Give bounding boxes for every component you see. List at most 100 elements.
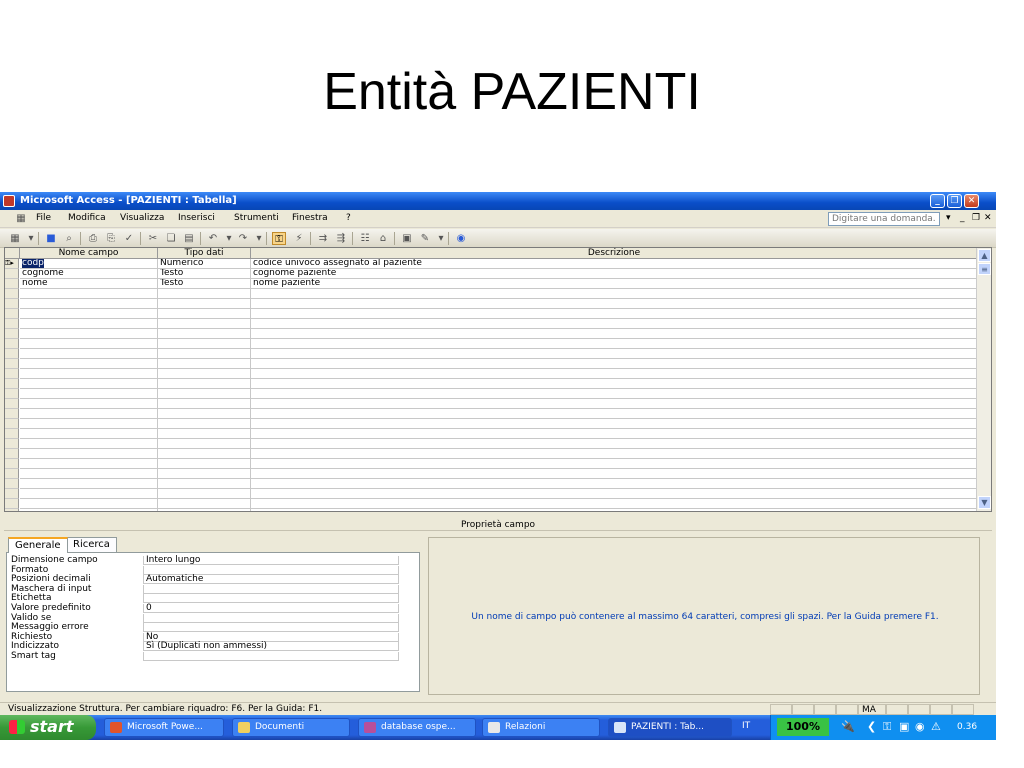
description-cell[interactable] [251, 509, 978, 511]
clock[interactable]: 0.36 [957, 722, 977, 732]
field-name-cell[interactable] [20, 419, 158, 429]
database-window-icon[interactable]: ▣ [400, 232, 414, 245]
properties-icon[interactable]: ☷ [358, 232, 372, 245]
description-cell[interactable] [251, 299, 978, 309]
property-value[interactable]: Intero lungo [143, 556, 399, 565]
row-selector-key-icon[interactable]: ⚿▸ [5, 259, 19, 269]
row-selector[interactable] [5, 439, 19, 449]
description-cell[interactable]: codice univoco assegnato al paziente [251, 259, 978, 269]
property-value[interactable] [143, 594, 399, 604]
row-selector[interactable] [5, 369, 19, 379]
help-dropdown-icon[interactable]: ▾ [946, 213, 951, 223]
menu-help[interactable]: ? [346, 213, 351, 223]
field-name-cell[interactable] [20, 369, 158, 379]
description-cell[interactable] [251, 309, 978, 319]
task-relazioni[interactable]: Relazioni [482, 718, 600, 737]
help-question-input[interactable]: Digitare una domanda. [828, 212, 940, 226]
row-selector[interactable] [5, 379, 19, 389]
table-doc-icon[interactable]: ▦ [14, 212, 28, 225]
data-type-cell[interactable] [158, 509, 251, 511]
row-selector[interactable] [5, 479, 19, 489]
tray-chevron-icon[interactable]: ❮ [867, 720, 876, 733]
menu-modifica[interactable]: Modifica [68, 213, 106, 223]
cut-icon[interactable]: ✂ [146, 232, 160, 245]
primary-key-icon[interactable]: ⚿ [272, 232, 286, 245]
data-type-cell[interactable] [158, 319, 251, 329]
data-type-cell[interactable] [158, 439, 251, 449]
new-object-dropdown-icon[interactable]: ▾ [434, 232, 448, 245]
description-cell[interactable] [251, 409, 978, 419]
property-value[interactable]: Sì (Duplicati non ammessi) [143, 642, 399, 652]
row-selector[interactable] [5, 399, 19, 409]
data-type-cell[interactable] [158, 469, 251, 479]
data-type-cell[interactable] [158, 289, 251, 299]
redo-dropdown-icon[interactable]: ▾ [252, 232, 266, 245]
data-type-cell[interactable] [158, 369, 251, 379]
doc-close-icon[interactable]: ✕ [984, 213, 992, 223]
description-cell[interactable] [251, 359, 978, 369]
description-cell[interactable] [251, 379, 978, 389]
description-cell[interactable] [251, 339, 978, 349]
description-cell[interactable]: nome paziente [251, 279, 978, 289]
property-value[interactable]: 0 [143, 604, 399, 613]
network-icon[interactable]: ⚿ [883, 720, 891, 734]
field-name-cell[interactable]: cognome [20, 269, 158, 279]
field-name-cell[interactable] [20, 439, 158, 449]
property-value[interactable] [143, 584, 399, 594]
field-name-cell[interactable] [20, 359, 158, 369]
scroll-thumb[interactable]: ≡ [978, 263, 991, 275]
field-name-cell[interactable]: codp [20, 259, 158, 269]
row-selector[interactable] [5, 429, 19, 439]
data-type-cell[interactable]: Testo [158, 269, 251, 279]
data-type-cell[interactable] [158, 389, 251, 399]
monitor-icon[interactable]: ▣ [899, 720, 909, 733]
field-name-cell[interactable] [20, 509, 158, 511]
field-name-cell[interactable] [20, 309, 158, 319]
data-type-cell[interactable]: Numerico [158, 259, 251, 269]
data-type-cell[interactable] [158, 419, 251, 429]
data-type-cell[interactable] [158, 409, 251, 419]
column-header-description[interactable]: Descrizione [251, 248, 978, 259]
data-type-cell[interactable] [158, 489, 251, 499]
field-name-cell[interactable] [20, 399, 158, 409]
copy-icon[interactable]: ❏ [164, 232, 178, 245]
column-header-data-type[interactable]: Tipo dati [158, 248, 251, 259]
power-icon[interactable]: 🔌 [841, 720, 855, 733]
field-name-cell[interactable] [20, 339, 158, 349]
property-value[interactable] [143, 652, 399, 661]
property-value[interactable] [143, 613, 399, 623]
spelling-icon[interactable]: ✓ [122, 232, 136, 245]
search-icon[interactable]: ⌕ [62, 232, 76, 245]
row-selector[interactable] [5, 349, 19, 359]
column-header-field-name[interactable]: Nome campo [20, 248, 158, 259]
build-icon[interactable]: ⌂ [376, 232, 390, 245]
description-cell[interactable] [251, 369, 978, 379]
description-cell[interactable] [251, 479, 978, 489]
view-icon[interactable]: ▦ [8, 232, 22, 245]
doc-minimize-icon[interactable]: _ [960, 213, 965, 223]
data-type-cell[interactable] [158, 449, 251, 459]
redo-icon[interactable]: ↷ [236, 232, 250, 245]
row-selector[interactable] [5, 489, 19, 499]
description-cell[interactable] [251, 389, 978, 399]
description-cell[interactable] [251, 439, 978, 449]
data-type-cell[interactable] [158, 399, 251, 409]
data-type-cell[interactable] [158, 359, 251, 369]
row-selector[interactable] [5, 449, 19, 459]
row-selector[interactable] [5, 279, 19, 289]
menu-inserisci[interactable]: Inserisci [178, 213, 215, 223]
description-cell[interactable] [251, 329, 978, 339]
scroll-up-icon[interactable]: ▲ [978, 249, 991, 262]
data-type-cell[interactable] [158, 459, 251, 469]
row-selector[interactable] [5, 289, 19, 299]
row-selector[interactable] [5, 509, 19, 511]
field-name-cell[interactable] [20, 459, 158, 469]
data-type-cell[interactable] [158, 349, 251, 359]
field-name-cell[interactable] [20, 499, 158, 509]
field-name-cell[interactable] [20, 329, 158, 339]
field-name-cell[interactable] [20, 489, 158, 499]
field-name-cell[interactable] [20, 319, 158, 329]
zoom-level[interactable]: 100% [777, 718, 829, 736]
row-selector[interactable] [5, 309, 19, 319]
row-selector[interactable] [5, 359, 19, 369]
